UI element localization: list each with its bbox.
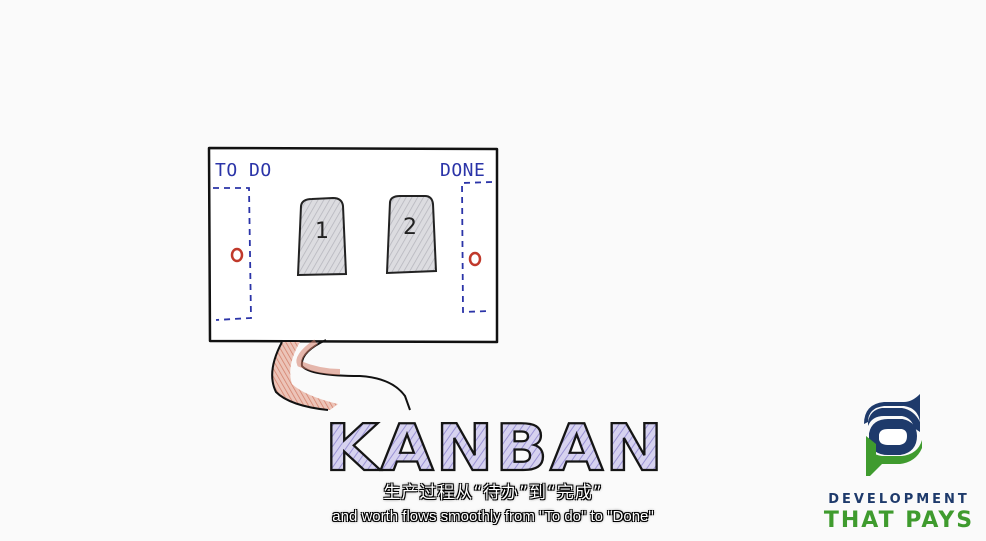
kanban-title: KANBAN xyxy=(325,412,665,486)
card-2-number: 2 xyxy=(403,215,417,240)
kanban-board: TO DO DONE 1 2 xyxy=(207,146,499,344)
flow-pipe-drawing xyxy=(271,339,411,411)
card-1: 1 xyxy=(296,196,348,277)
card-1-number: 1 xyxy=(315,219,329,244)
development-that-pays-logo-icon xyxy=(864,394,922,476)
done-column-label: DONE xyxy=(440,160,485,181)
card-2: 2 xyxy=(385,195,438,275)
development-that-pays-logo: DEVELOPMENT THAT PAYS xyxy=(812,392,986,541)
logo-line1: DEVELOPMENT xyxy=(828,492,970,507)
video-frame: TO DO DONE 1 2 KANBAN 生产过程从“待办”到“完成” and… xyxy=(0,0,986,541)
logo-line2: THAT PAYS xyxy=(823,508,975,533)
todo-column-label: TO DO xyxy=(215,160,272,181)
